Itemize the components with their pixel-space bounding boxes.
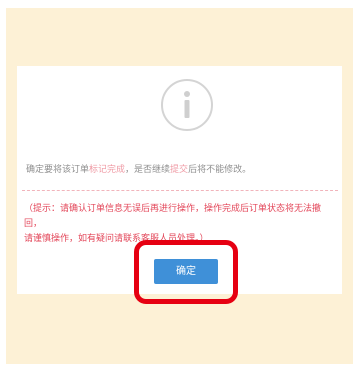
screenshot-frame: 确定要将该订单标记完成，是否继续提交后将不能修改。 （提示：请确认订单信息无误后… [0,0,359,365]
message-middle: ，是否继续 [125,165,171,175]
message-highlight-2: 提交 [170,165,189,175]
message-prefix: 确定要将该订单 [26,165,90,175]
dialog-message: 确定要将该订单标记完成，是否继续提交后将不能修改。 [26,163,336,177]
dialog-divider [22,190,338,191]
notice-line-1: （提示：请确认订单信息无误后再进行操作，操作完成后订单状态将无法撤回， [24,204,322,229]
message-suffix: 后将不能修改。 [188,165,252,175]
info-icon [159,77,215,133]
message-highlight-1: 标记完成 [89,165,126,175]
highlight-annotation [134,240,238,304]
